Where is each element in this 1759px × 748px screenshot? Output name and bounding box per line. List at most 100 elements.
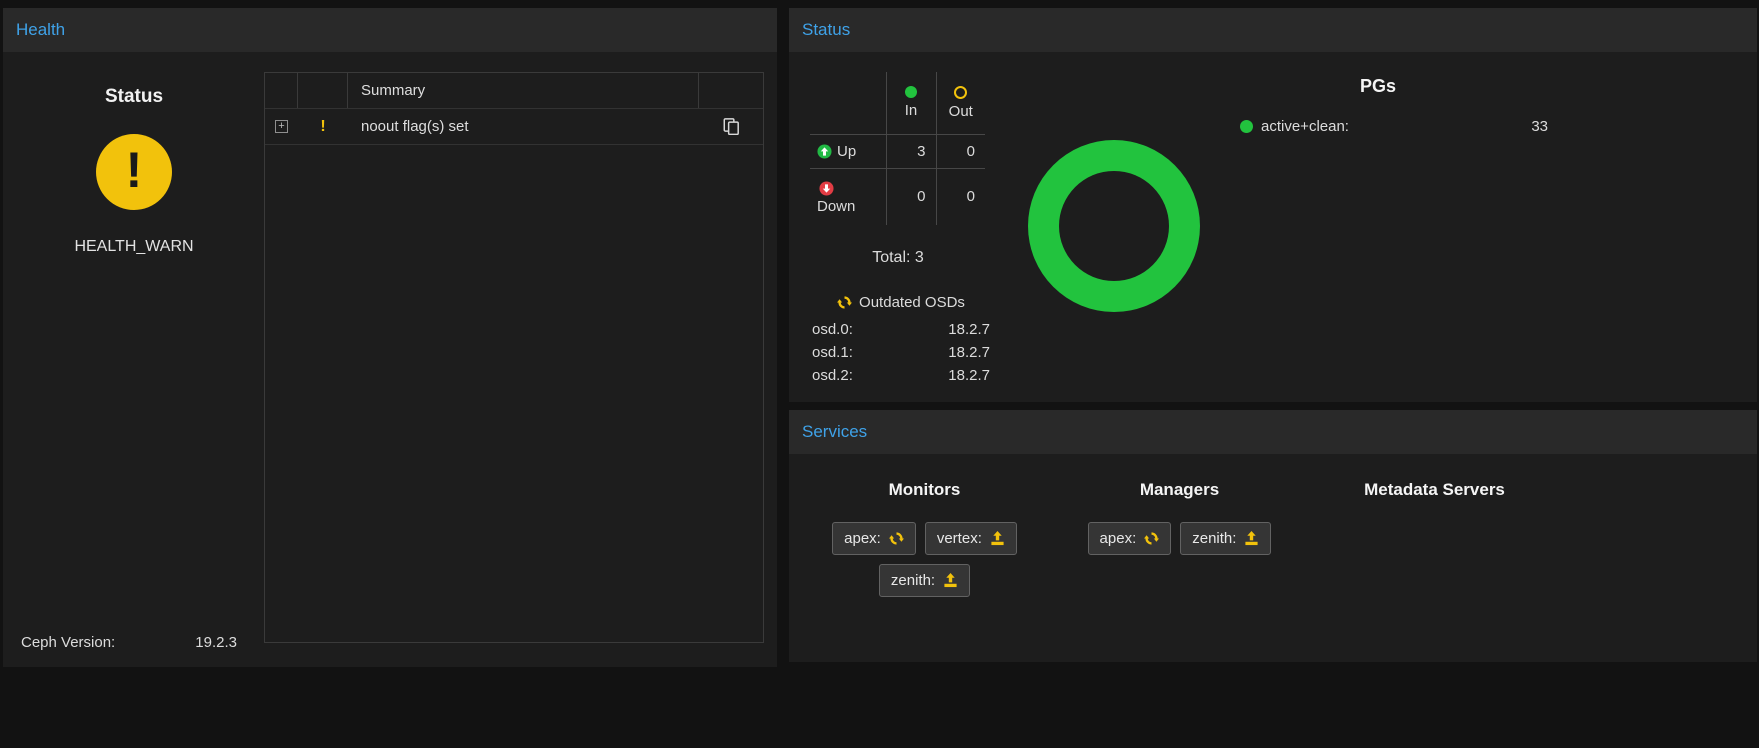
in-column-label: In <box>887 102 936 119</box>
up-row-label: Up <box>810 134 886 168</box>
in-dot-icon <box>905 86 917 98</box>
pgs-donut-chart <box>1028 140 1200 312</box>
monitors-row-2: zenith: <box>797 564 1052 597</box>
outdated-osd-row: osd.0: 18.2.7 <box>812 318 990 341</box>
osd-version: 18.2.7 <box>948 364 990 387</box>
down-row-label: Down <box>810 168 886 225</box>
osd-down-row: Down 0 0 <box>810 168 985 225</box>
health-panel: Health Status ! HEALTH_WARN Summary <box>3 8 777 667</box>
upload-icon <box>1244 531 1259 546</box>
service-button-mgr-apex[interactable]: apex: <box>1088 522 1172 555</box>
service-name: zenith: <box>1192 530 1236 547</box>
status-panel: Status In Out <box>789 8 1757 402</box>
warning-exclamation: ! <box>126 145 143 200</box>
osd-version: 18.2.7 <box>948 341 990 364</box>
actions-cell <box>699 109 763 144</box>
service-name: apex: <box>1100 530 1137 547</box>
outdated-osd-row: osd.1: 18.2.7 <box>812 341 990 364</box>
osd-version: 18.2.7 <box>948 318 990 341</box>
refresh-icon <box>1144 531 1159 546</box>
status-panel-body: In Out Up 3 0 <box>789 52 1757 402</box>
refresh-icon <box>889 531 904 546</box>
outdated-osds-label: Outdated OSDs <box>859 294 965 311</box>
copy-button[interactable] <box>723 118 740 135</box>
expand-icon[interactable]: + <box>275 120 288 133</box>
severity-column-header <box>298 73 348 108</box>
out-column-header: Out <box>936 72 985 134</box>
out-ring-icon <box>954 86 967 99</box>
table-row[interactable]: + ! noout flag(s) set <box>265 109 763 145</box>
severity-warning-mark: ! <box>320 118 325 136</box>
summary-column-header[interactable]: Summary <box>348 73 699 108</box>
managers-column: Managers apex: zenith: <box>1052 478 1307 662</box>
copy-icon <box>723 118 740 135</box>
down-circle-icon <box>819 181 834 196</box>
ceph-version-label: Ceph Version: <box>21 634 115 651</box>
outdated-osd-row: osd.2: 18.2.7 <box>812 364 990 387</box>
actions-column-header <box>699 73 763 108</box>
osd-name: osd.1: <box>812 341 853 364</box>
upload-icon <box>943 573 958 588</box>
monitors-column: Monitors apex: vertex: <box>797 478 1052 662</box>
down-label: Down <box>817 198 886 215</box>
monitors-heading: Monitors <box>797 478 1052 502</box>
expand-cell: + <box>265 109 298 144</box>
health-status-block: Status ! HEALTH_WARN <box>3 52 265 256</box>
services-panel-title: Services <box>802 422 867 442</box>
pgs-title: PGs <box>999 76 1757 97</box>
service-button-mon-apex[interactable]: apex: <box>832 522 916 555</box>
health-status-value: HEALTH_WARN <box>3 238 265 256</box>
service-button-mon-zenith[interactable]: zenith: <box>879 564 970 597</box>
ceph-version-value: 19.2.3 <box>195 634 237 651</box>
refresh-icon <box>837 295 852 310</box>
managers-heading: Managers <box>1052 478 1307 502</box>
summary-table-header-row: Summary <box>265 73 763 109</box>
severity-cell: ! <box>298 109 348 144</box>
pgs-legend-label: active+clean: <box>1261 118 1349 135</box>
metadata-servers-column: Metadata Servers <box>1307 478 1562 662</box>
warning-icon: ! <box>96 134 172 210</box>
services-panel-header: Services <box>789 410 1757 454</box>
monitors-row-1: apex: vertex: <box>797 522 1052 555</box>
health-panel-header: Health <box>3 8 777 52</box>
service-name: zenith: <box>891 572 935 589</box>
service-button-mon-vertex[interactable]: vertex: <box>925 522 1017 555</box>
service-name: vertex: <box>937 530 982 547</box>
health-panel-body: Status ! HEALTH_WARN Summary + <box>3 52 777 667</box>
status-panel-title: Status <box>802 20 850 40</box>
expand-plus-glyph: + <box>278 121 284 132</box>
metadata-servers-heading: Metadata Servers <box>1307 478 1562 502</box>
health-status-heading: Status <box>3 86 265 108</box>
osd-down-out-count: 0 <box>936 168 985 225</box>
osd-total: Total: 3 <box>810 249 986 267</box>
services-panel: Services Monitors apex: vertex: <box>789 410 1757 662</box>
outdated-osds-block: Outdated OSDs osd.0: 18.2.7 osd.1: 18.2.… <box>812 294 990 387</box>
outdated-osds-header: Outdated OSDs <box>812 294 990 311</box>
out-column-label: Out <box>937 103 986 120</box>
active-clean-dot-icon <box>1240 120 1253 133</box>
osd-status-table: In Out Up 3 0 <box>810 72 985 225</box>
pgs-legend-item: active+clean: 33 <box>1240 118 1548 135</box>
osd-up-row: Up 3 0 <box>810 134 985 168</box>
osd-up-out-count: 0 <box>936 134 985 168</box>
service-name: apex: <box>844 530 881 547</box>
status-panel-header: Status <box>789 8 1757 52</box>
service-button-mgr-zenith[interactable]: zenith: <box>1180 522 1271 555</box>
up-circle-icon <box>817 144 832 159</box>
ceph-version-row: Ceph Version: 19.2.3 <box>21 634 237 651</box>
osd-up-in-count: 3 <box>886 134 936 168</box>
in-column-header: In <box>886 72 936 134</box>
expand-column-header <box>265 73 298 108</box>
osd-name: osd.2: <box>812 364 853 387</box>
osd-down-in-count: 0 <box>886 168 936 225</box>
up-label: Up <box>837 143 856 160</box>
osd-table-header-row: In Out <box>810 72 985 134</box>
osd-corner-cell <box>810 72 886 134</box>
summary-cell: noout flag(s) set <box>348 109 699 144</box>
osd-name: osd.0: <box>812 318 853 341</box>
pgs-legend-value: 33 <box>1531 118 1548 135</box>
health-panel-title: Health <box>16 20 65 40</box>
managers-row-1: apex: zenith: <box>1052 522 1307 555</box>
health-summary-table: Summary + ! noout flag(s) set <box>264 72 764 643</box>
upload-icon <box>990 531 1005 546</box>
